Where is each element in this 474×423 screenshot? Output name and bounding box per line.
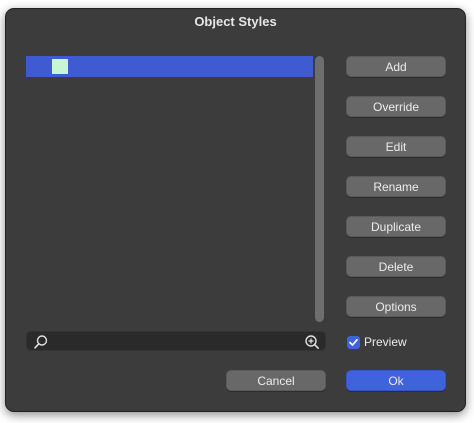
checkmark-icon bbox=[349, 338, 358, 346]
preview-checkbox[interactable] bbox=[347, 335, 360, 349]
add-button[interactable]: Add bbox=[346, 56, 446, 77]
dialog-title: Object Styles bbox=[194, 14, 277, 29]
delete-button[interactable]: Delete bbox=[346, 256, 446, 277]
override-button[interactable]: Override bbox=[346, 96, 446, 117]
preview-toggle[interactable]: Preview bbox=[347, 334, 407, 350]
zoom-in-icon[interactable] bbox=[304, 334, 320, 350]
options-button[interactable]: Options bbox=[346, 296, 446, 317]
preview-label: Preview bbox=[364, 335, 407, 349]
ok-button[interactable]: Ok bbox=[346, 370, 446, 391]
cancel-button[interactable]: Cancel bbox=[226, 370, 326, 391]
styles-list[interactable] bbox=[25, 56, 333, 324]
search-icon bbox=[34, 335, 48, 349]
search-field[interactable] bbox=[26, 331, 326, 351]
edit-button[interactable]: Edit bbox=[346, 136, 446, 157]
search-input[interactable] bbox=[51, 333, 301, 349]
style-color-swatch bbox=[52, 59, 68, 74]
list-item[interactable] bbox=[26, 56, 313, 77]
rename-button[interactable]: Rename bbox=[346, 176, 446, 197]
list-scrollbar[interactable] bbox=[315, 56, 324, 322]
duplicate-button[interactable]: Duplicate bbox=[346, 216, 446, 237]
object-styles-dialog: Object Styles Add Override Edit Rename D… bbox=[5, 8, 466, 412]
